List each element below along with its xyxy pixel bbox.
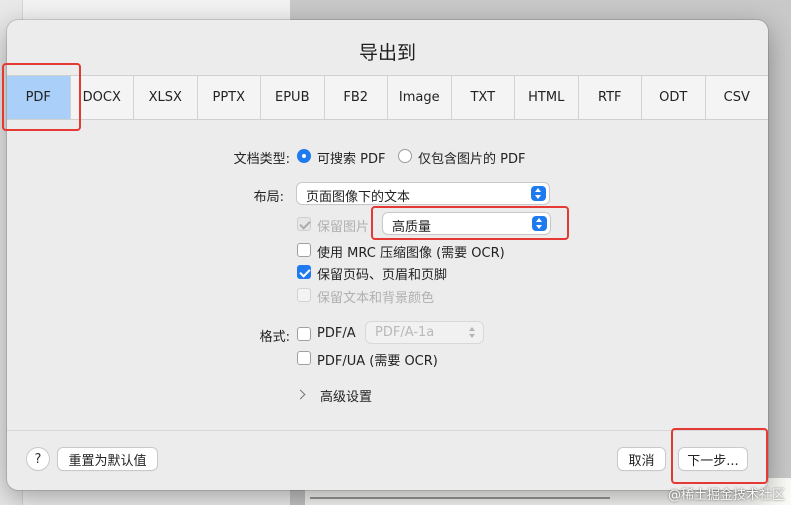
pdfa-checkbox[interactable]: [297, 327, 311, 341]
keep-colors-label: 保留文本和背景颜色: [317, 291, 435, 306]
help-button[interactable]: ?: [27, 448, 49, 470]
chevron-updown-icon: [468, 324, 478, 340]
tab-txt[interactable]: TXT: [452, 76, 515, 119]
export-dialog: 导出到 PDF DOCX XLSX PPTX EPUB FB2 Image TX…: [7, 20, 768, 490]
format-tabs: PDF DOCX XLSX PPTX EPUB FB2 Image TXT HT…: [7, 75, 768, 120]
tab-html[interactable]: HTML: [515, 76, 579, 119]
cancel-button[interactable]: 取消: [618, 448, 665, 470]
keep-colors-checkbox[interactable]: [297, 288, 311, 302]
tab-fb2[interactable]: FB2: [325, 76, 388, 119]
tab-odt[interactable]: ODT: [642, 76, 706, 119]
tab-image[interactable]: Image: [388, 76, 452, 119]
reset-defaults-button[interactable]: 重置为默认值: [58, 448, 157, 470]
keep-headers-checkbox[interactable]: [297, 265, 311, 279]
image-only-pdf-label[interactable]: 仅包含图片的 PDF: [418, 148, 525, 167]
layout-select[interactable]: 页面图像下的文本: [297, 183, 549, 205]
footer-divider: [7, 430, 768, 431]
pdfua-checkbox[interactable]: [297, 351, 311, 365]
watermark: @稀土掘金技术社区: [667, 488, 785, 503]
keep-images-checkbox[interactable]: [297, 217, 311, 231]
tab-csv[interactable]: CSV: [706, 76, 769, 119]
pdfa-version-select[interactable]: PDF/A-1a: [366, 322, 483, 343]
tab-pptx[interactable]: PPTX: [198, 76, 261, 119]
format-label: 格式:: [259, 330, 290, 345]
background-text-line: [310, 497, 610, 499]
chevron-right-icon[interactable]: [295, 389, 306, 400]
keep-images-label: 保留图片: [317, 220, 370, 235]
searchable-pdf-label[interactable]: 可搜索 PDF: [317, 148, 385, 167]
chevron-updown-icon: [532, 216, 547, 231]
chevron-updown-icon: [531, 186, 546, 201]
tab-epub[interactable]: EPUB: [261, 76, 325, 119]
advanced-settings-toggle[interactable]: 高级设置: [320, 386, 372, 405]
pdfa-version-value: PDF/A-1a: [375, 325, 435, 340]
image-quality-value: 高质量: [392, 220, 432, 235]
dialog-title: 导出到: [358, 42, 416, 64]
searchable-pdf-radio[interactable]: [297, 149, 311, 163]
layout-value: 页面图像下的文本: [306, 190, 411, 205]
mrc-checkbox[interactable]: [297, 243, 311, 257]
tab-rtf[interactable]: RTF: [579, 76, 642, 119]
doc-type-label: 文档类型:: [233, 152, 290, 167]
image-quality-select[interactable]: 高质量: [383, 213, 550, 235]
next-button[interactable]: 下一步...: [679, 448, 747, 470]
image-only-pdf-radio[interactable]: [398, 149, 412, 163]
tab-xlsx[interactable]: XLSX: [134, 76, 198, 119]
keep-headers-label[interactable]: 保留页码、页眉和页脚: [317, 264, 447, 283]
mrc-label[interactable]: 使用 MRC 压缩图像 (需要 OCR): [317, 242, 505, 261]
tab-docx[interactable]: DOCX: [71, 76, 134, 119]
pdfua-label[interactable]: PDF/UA (需要 OCR): [317, 350, 438, 369]
pdfa-label[interactable]: PDF/A: [317, 326, 356, 341]
layout-label: 布局:: [253, 190, 284, 205]
tab-pdf[interactable]: PDF: [7, 76, 71, 119]
